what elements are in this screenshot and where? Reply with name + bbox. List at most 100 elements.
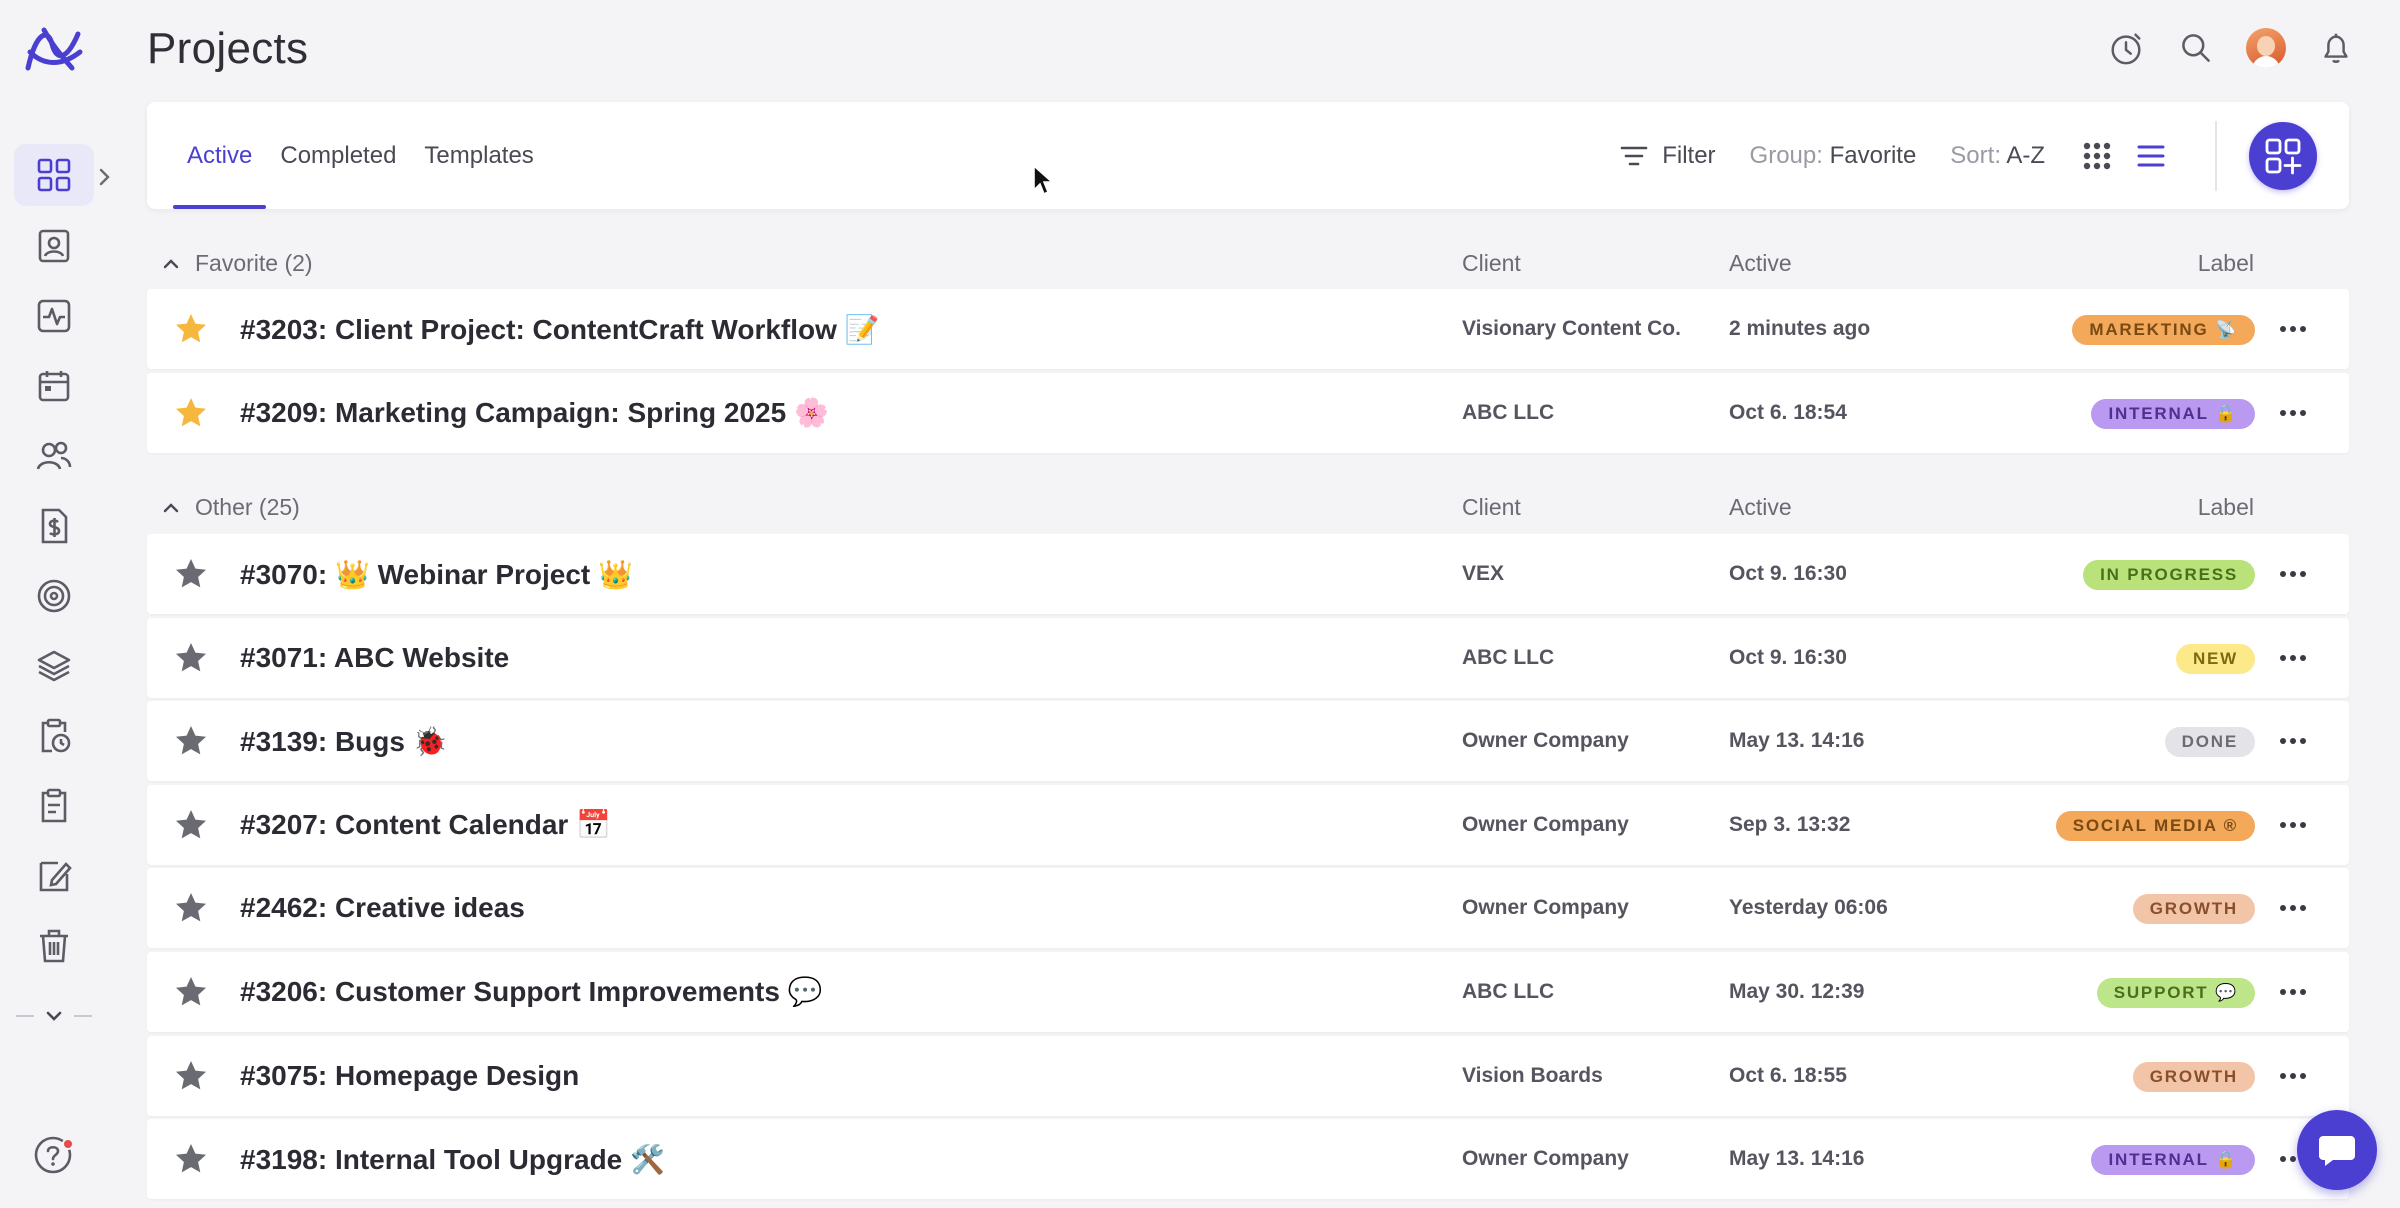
more-options-icon[interactable] [2277, 1060, 2309, 1092]
star-icon[interactable] [173, 890, 209, 926]
status-badge[interactable]: NEW [2175, 643, 2255, 674]
tab-active[interactable]: Active [173, 102, 267, 209]
star-icon[interactable] [173, 395, 209, 431]
table-row[interactable]: #3203: Client Project: ContentCraft Work… [147, 289, 2349, 369]
table-row[interactable]: #3071: ABC Website ABC LLC Oct 9. 16:30 NEW [147, 617, 2349, 698]
star-icon[interactable] [173, 556, 209, 592]
more-options-icon[interactable] [2277, 725, 2309, 757]
status-badge[interactable]: GROWTH [2132, 894, 2255, 925]
table-row[interactable]: #3070: 👑 Webinar Project 👑 VEX Oct 9. 16:3… [147, 534, 2349, 614]
project-name[interactable]: #3075: Homepage Design [240, 1036, 579, 1116]
table-row[interactable]: #3209: Marketing Campaign: Spring 2025 🌸… [147, 372, 2349, 453]
status-badge[interactable]: SUPPORT 💬 [2096, 977, 2255, 1008]
group-title: Other (25) [195, 494, 300, 520]
project-client: Owner Company [1462, 896, 1629, 920]
star-icon[interactable] [173, 1058, 209, 1094]
star-icon[interactable] [173, 974, 209, 1010]
nav-calendar[interactable] [14, 355, 94, 417]
project-name[interactable]: #3198: Internal Tool Upgrade 🛠️ [240, 1119, 665, 1199]
avatar [2246, 28, 2286, 68]
tab-completed[interactable]: Completed [266, 102, 410, 209]
nav-dashboard[interactable] [14, 144, 94, 206]
table-row[interactable]: #3139: Bugs 🐞 Owner Company May 13. 14:16 D… [147, 701, 2349, 782]
star-icon[interactable] [173, 807, 209, 843]
star-icon[interactable] [173, 311, 209, 347]
project-toolbar: Active Completed Templates Filter Group:… [147, 102, 2349, 209]
star-icon[interactable] [173, 723, 209, 759]
project-name[interactable]: #3139: Bugs 🐞 [240, 701, 448, 781]
status-badge[interactable]: INTERNAL 🔒 [2091, 1145, 2255, 1176]
status-badge[interactable]: IN PROGRESS [2083, 560, 2255, 590]
group-by-selector[interactable]: Group: Favorite [1750, 142, 1917, 170]
bell-icon[interactable] [2316, 28, 2356, 68]
project-name[interactable]: #3071: ABC Website [240, 618, 509, 698]
table-row[interactable]: #3075: Homepage Design Vision Boards Oct 6… [147, 1035, 2349, 1116]
sidebar-expand-chevron-icon[interactable] [96, 162, 114, 192]
project-name[interactable]: #3070: 👑 Webinar Project 👑 [240, 534, 633, 614]
more-options-icon[interactable] [2277, 892, 2309, 924]
sort-selector[interactable]: Sort: A-Z [1950, 142, 2045, 170]
nav-tasks[interactable] [14, 775, 94, 837]
project-client: Owner Company [1462, 812, 1629, 836]
column-header-label[interactable]: Label [2198, 494, 2254, 521]
nav-activity[interactable] [14, 285, 94, 347]
project-name[interactable]: #3209: Marketing Campaign: Spring 2025 🌸 [240, 373, 829, 453]
more-options-icon[interactable] [2277, 976, 2309, 1008]
user-avatar[interactable] [2246, 28, 2286, 68]
toolbar-controls: Filter Group: Favorite Sort: A-Z [1618, 102, 2317, 209]
status-badge[interactable]: MAREKTING 📡 [2072, 315, 2255, 345]
users-icon [36, 441, 72, 470]
table-row[interactable]: #3206: Customer Support Improvements 💬 AB… [147, 951, 2349, 1032]
more-options-icon[interactable] [2277, 397, 2309, 429]
nav-trash[interactable] [14, 915, 94, 977]
nav-contacts[interactable] [14, 215, 94, 277]
nav-goals[interactable] [14, 565, 94, 627]
project-client: ABC LLC [1462, 645, 1555, 669]
app-logo-icon[interactable] [22, 22, 86, 76]
contact-card-icon [38, 229, 70, 263]
table-row[interactable]: #3198: Internal Tool Upgrade 🛠️ Owner Com… [147, 1119, 2349, 1200]
project-name[interactable]: #3207: Content Calendar 📅 [240, 785, 611, 865]
star-icon[interactable] [173, 1141, 209, 1177]
more-options-icon[interactable] [2277, 809, 2309, 841]
project-last-active: Oct 9. 16:30 [1729, 562, 1847, 585]
project-name[interactable]: #2462: Creative ideas [240, 868, 525, 948]
project-name[interactable]: #3203: Client Project: ContentCraft Work… [240, 289, 880, 369]
status-badge[interactable]: DONE [2164, 727, 2255, 758]
sort-prefix: Sort: [1950, 141, 2001, 169]
column-header-active[interactable]: Active [1729, 494, 1792, 521]
search-icon[interactable] [2176, 28, 2216, 68]
chevron-up-icon [163, 258, 179, 268]
column-header-active[interactable]: Active [1729, 250, 1792, 277]
nav-docs[interactable] [14, 845, 94, 907]
filter-button[interactable]: Filter [1618, 140, 1716, 172]
project-last-active: Oct 9. 16:30 [1729, 645, 1847, 669]
group-toggle-favorite[interactable]: Favorite (2) [161, 250, 313, 277]
page-title: Projects [147, 24, 309, 73]
list-view-icon[interactable] [2133, 138, 2169, 174]
nav-layers[interactable] [14, 635, 94, 697]
column-header-label[interactable]: Label [2198, 250, 2254, 277]
status-badge[interactable]: INTERNAL 🔒 [2091, 398, 2255, 429]
more-options-icon[interactable] [2277, 313, 2309, 345]
add-project-button[interactable] [2249, 121, 2317, 190]
more-options-icon[interactable] [2277, 642, 2309, 674]
chat-button[interactable] [2297, 1110, 2377, 1190]
star-icon[interactable] [173, 640, 209, 676]
timer-icon[interactable] [2106, 28, 2146, 68]
project-name[interactable]: #3206: Customer Support Improvements 💬 [240, 952, 823, 1032]
status-badge[interactable]: GROWTH [2132, 1061, 2255, 1092]
status-badge[interactable]: SOCIAL MEDIA ® [2055, 810, 2255, 841]
nav-billing[interactable] [14, 495, 94, 557]
column-header-client[interactable]: Client [1462, 494, 1521, 521]
table-row[interactable]: #3207: Content Calendar 📅 Owner Company Se… [147, 784, 2349, 865]
column-header-client[interactable]: Client [1462, 250, 1521, 277]
nav-timesheets[interactable] [14, 705, 94, 767]
sidebar-more-toggle[interactable] [14, 1002, 94, 1030]
more-options-icon[interactable] [2277, 558, 2309, 590]
group-toggle-other[interactable]: Other (25) [161, 494, 300, 521]
nav-team[interactable] [14, 425, 94, 487]
tab-templates[interactable]: Templates [410, 102, 547, 209]
grid-view-icon[interactable] [2079, 138, 2115, 174]
table-row[interactable]: #2462: Creative ideas Owner Company Yester… [147, 868, 2349, 949]
